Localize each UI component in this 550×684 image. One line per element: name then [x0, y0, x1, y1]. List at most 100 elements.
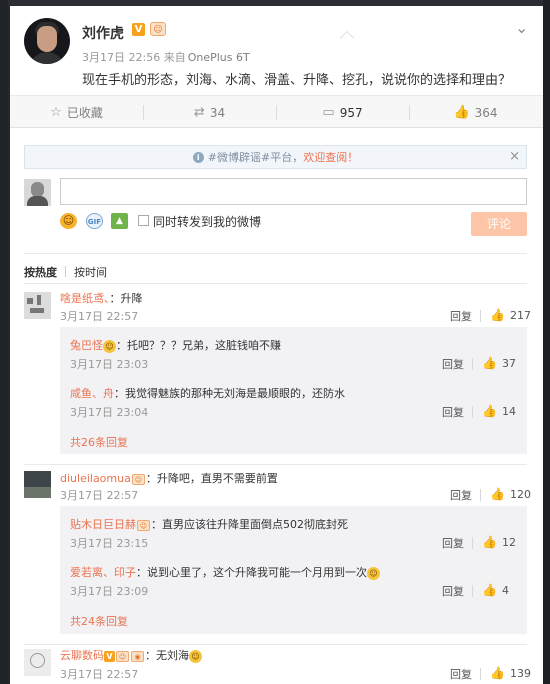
weibo-post-card: 刘作虎 V ☺ ⌄ 3月17日 22:56 来自 OnePlus 6T 现在手机的…: [10, 6, 543, 684]
repost-icon: ⇄: [193, 105, 205, 120]
smile-emoji-icon: ☺: [103, 339, 116, 353]
comment-like-count: 217: [509, 309, 531, 322]
divider: [24, 283, 527, 284]
reply-text-line: 咸鱼、舟：我觉得魅族的那种无刘海是最顺眼的，还防水: [70, 385, 345, 401]
rumor-notice-banner: i #微博辟谣#平台， 欢迎查阅！ ×: [24, 145, 527, 169]
more-replies-link[interactable]: 共26条回复: [70, 434, 128, 450]
image-icon[interactable]: ▲: [111, 213, 128, 229]
reply-button[interactable]: 回复: [450, 666, 472, 682]
submit-comment-button[interactable]: 评论: [471, 212, 527, 236]
comment-text-line: 云聊数码 V ☺ ◉ ：无刘海 ☺: [60, 647, 202, 663]
reply-body: ：托吧？？？兄弟，这脏钱咱不赚: [116, 339, 281, 352]
comment-text-line: 啥是纸鸢、：升降: [60, 290, 143, 306]
thumbs-up-icon: 👍: [490, 666, 505, 680]
chevron-down-icon[interactable]: ⌄: [515, 20, 528, 36]
vip-badge-icon: ☺: [131, 473, 145, 485]
comment-like-button[interactable]: 👍 139: [490, 666, 531, 680]
reply-time[interactable]: 3月17日 23:15: [70, 535, 148, 551]
thumbs-up-icon: 👍: [482, 535, 497, 549]
reply-like-count: 4: [501, 584, 509, 597]
repost-count: 34: [209, 105, 226, 120]
reply-body: ：说到心里了，这个升降我可能一个月用到一次: [136, 566, 367, 579]
reply-like-count: 12: [501, 536, 516, 549]
replier-name[interactable]: 贴木日巨日赫: [70, 518, 136, 531]
reply-time[interactable]: 3月17日 23:04: [70, 404, 148, 420]
favorite-label: 已收藏: [66, 106, 103, 120]
comment-time[interactable]: 3月17日 22:57: [60, 487, 138, 503]
action-bar: ☆ 已收藏 ⇄ 34 ▭ 957 👍 364: [10, 95, 543, 128]
reply-like-button[interactable]: 👍 4: [482, 583, 509, 597]
vip-badge-icon: ☺: [137, 519, 150, 531]
reply-body: ：直男应该往升降里面倒点502彻底封死: [151, 518, 348, 531]
post-source[interactable]: OnePlus 6T: [188, 51, 250, 64]
replier-name[interactable]: 爱若离、印子: [70, 566, 136, 579]
verified-badge-icon: V: [132, 23, 145, 36]
commenter-name[interactable]: diuleilaomua: [60, 472, 131, 485]
commenter-avatar[interactable]: [24, 471, 51, 498]
post-date[interactable]: 3月17日 22:56: [82, 51, 160, 64]
reply-button[interactable]: 回复: [442, 535, 464, 551]
divider: [24, 644, 527, 645]
post-text: 现在手机的形态，刘海、水滴、滑盖、升降、挖孔，说说你的选择和理由？: [82, 73, 512, 88]
divider: [65, 266, 66, 277]
reply-like-button[interactable]: 👍 37: [482, 356, 516, 370]
more-replies-link[interactable]: 共24条回复: [70, 613, 128, 629]
also-repost-checkbox[interactable]: [138, 215, 149, 226]
active-tab-pointer: [339, 30, 355, 46]
verified-badge-icon: V: [104, 650, 115, 662]
divider: [24, 253, 527, 254]
comment-like-button[interactable]: 👍 217: [490, 308, 531, 322]
screen-right-edge: [543, 0, 550, 684]
info-icon: i: [192, 151, 204, 163]
comment-input[interactable]: [60, 178, 527, 205]
reply-button[interactable]: 回复: [450, 487, 472, 503]
author-name[interactable]: 刘作虎: [82, 23, 124, 43]
comment-icon: ▭: [322, 105, 335, 120]
vip-badge-icon: ☺: [150, 22, 166, 36]
like-button[interactable]: 👍 364: [409, 96, 542, 129]
reply-time[interactable]: 3月17日 23:09: [70, 583, 148, 599]
comment-text-line: diuleilaomua ☺ ：升降吧，直男不需要前置: [60, 470, 278, 486]
reply-button[interactable]: 回复: [450, 308, 472, 324]
reply-text-line: 兔巴怪 ☺ ：托吧？？？兄弟，这脏钱咱不赚: [70, 337, 281, 353]
replier-name[interactable]: 咸鱼、舟: [70, 387, 114, 400]
sort-by-hot[interactable]: 按热度: [24, 264, 57, 280]
comment-time[interactable]: 3月17日 22:57: [60, 308, 138, 324]
reply-time[interactable]: 3月17日 23:03: [70, 356, 148, 372]
comment-button[interactable]: ▭ 957: [276, 96, 409, 129]
gif-icon[interactable]: GIF: [86, 213, 103, 229]
replier-name[interactable]: 兔巴怪: [70, 339, 103, 352]
commenter-avatar[interactable]: [24, 649, 51, 676]
reply-button[interactable]: 回复: [442, 356, 464, 372]
source-prefix: 来自: [163, 51, 186, 64]
commenter-name[interactable]: 啥是纸鸢、: [60, 292, 110, 305]
commenter-avatar[interactable]: [24, 292, 51, 319]
post-meta: 3月17日 22:56 来自 OnePlus 6T: [82, 49, 250, 65]
thumbs-up-icon: 👍: [482, 404, 497, 418]
reply-button[interactable]: 回复: [442, 583, 464, 599]
comment-like-button[interactable]: 👍 120: [490, 487, 531, 501]
screen-left-edge: [0, 0, 8, 684]
reply-text-line: 贴木日巨日赫 ☺ ：直男应该往升降里面倒点502彻底封死: [70, 516, 348, 532]
reply-like-count: 37: [501, 357, 516, 370]
thumbs-up-icon: 👍: [490, 308, 505, 322]
comment-body: ：无刘海: [145, 649, 189, 662]
reply-button[interactable]: 回复: [442, 404, 464, 420]
repost-button[interactable]: ⇄ 34: [143, 96, 276, 129]
notice-link[interactable]: 欢迎查阅！: [303, 149, 358, 165]
reply-like-button[interactable]: 👍 12: [482, 535, 516, 549]
smile-emoji-icon: ☺: [189, 649, 202, 663]
comment-body: ：升降: [109, 292, 143, 305]
comment-like-count: 120: [509, 488, 531, 501]
author-avatar[interactable]: [24, 18, 70, 64]
comment-time[interactable]: 3月17日 22:57: [60, 666, 138, 682]
close-icon[interactable]: ×: [509, 150, 520, 163]
emoji-icon[interactable]: ☺: [60, 213, 77, 229]
reply-like-button[interactable]: 👍 14: [482, 404, 516, 418]
commenter-name[interactable]: 云聊数码: [60, 649, 104, 662]
comment-count: 957: [339, 105, 363, 120]
favorite-button[interactable]: ☆ 已收藏: [10, 96, 143, 129]
smile-emoji-icon: ☺: [367, 566, 380, 580]
sort-by-time[interactable]: 按时间: [74, 264, 107, 280]
reply-text-line: 爱若离、印子：说到心里了，这个升降我可能一个月用到一次 ☺: [70, 564, 380, 580]
